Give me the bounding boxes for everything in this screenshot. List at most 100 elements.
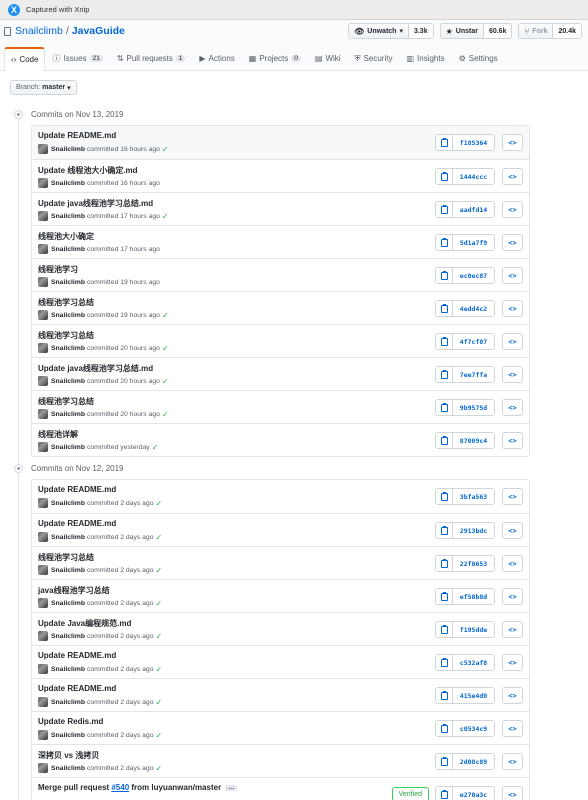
verified-badge[interactable]: Verified [391, 787, 429, 800]
tab-security[interactable]: ⛨ Security [348, 47, 400, 70]
browse-files-button[interactable]: <> [502, 201, 523, 218]
check-icon[interactable]: ✓ [156, 599, 163, 608]
commit-sha-link[interactable]: f185364 [453, 135, 494, 150]
copy-sha-button[interactable] [436, 400, 453, 415]
copy-sha-button[interactable] [436, 334, 453, 349]
check-icon[interactable]: ✓ [162, 344, 169, 353]
commit-title-link[interactable]: 线程池学习总结 [38, 552, 94, 563]
browse-files-button[interactable]: <> [502, 687, 523, 704]
commit-author-link[interactable]: Snailclimb [51, 600, 85, 607]
avatar[interactable] [38, 763, 48, 773]
browse-files-button[interactable]: <> [502, 267, 523, 284]
avatar[interactable] [38, 730, 48, 740]
browse-files-button[interactable]: <> [502, 366, 523, 383]
avatar[interactable] [38, 144, 48, 154]
copy-sha-button[interactable] [436, 489, 453, 504]
tab-actions[interactable]: ▶ Actions [192, 47, 241, 70]
tab-pull-requests[interactable]: ⇅ Pull requests 1 [110, 47, 193, 70]
avatar[interactable] [38, 244, 48, 254]
commit-sha-link[interactable]: 415e4d0 [453, 688, 494, 703]
commit-sha-link[interactable]: 2d08c89 [453, 754, 494, 769]
copy-sha-button[interactable] [436, 622, 453, 637]
browse-files-button[interactable]: <> [502, 720, 523, 737]
commit-title-link[interactable]: 线程池详解 [38, 429, 78, 440]
fork-button[interactable]: ⑂ Fork [519, 24, 553, 38]
commit-title-link[interactable]: 线程池学习 [38, 264, 78, 275]
tab-insights[interactable]: ▥ Insights [399, 47, 451, 70]
copy-sha-button[interactable] [436, 523, 453, 538]
commit-title-link[interactable]: Update java线程池学习总结.md [38, 363, 153, 374]
check-icon[interactable]: ✓ [162, 212, 169, 221]
forks-count-link[interactable]: 20.4k [552, 24, 581, 38]
check-icon[interactable]: ✓ [156, 731, 163, 740]
avatar[interactable] [38, 664, 48, 674]
commit-sha-link[interactable]: ec0ec87 [453, 268, 494, 283]
browse-files-button[interactable]: <> [502, 168, 523, 185]
commit-sha-link[interactable]: f195dde [453, 622, 494, 637]
copy-sha-button[interactable] [436, 202, 453, 217]
commit-author-link[interactable]: Snailclimb [51, 213, 85, 220]
commit-author-link[interactable]: Snailclimb [51, 146, 85, 153]
copy-sha-button[interactable] [436, 301, 453, 316]
check-icon[interactable]: ✓ [162, 377, 169, 386]
repo-name-link[interactable]: JavaGuide [72, 25, 125, 37]
commit-sha-link[interactable]: e270a3c [453, 787, 494, 800]
tab-code[interactable]: ‹› Code [4, 47, 46, 71]
commit-author-link[interactable]: Snailclimb [51, 633, 85, 640]
copy-sha-button[interactable] [436, 235, 453, 250]
browse-files-button[interactable]: <> [502, 234, 523, 251]
commit-author-link[interactable]: Snailclimb [51, 444, 85, 451]
commit-author-link[interactable]: Snailclimb [51, 312, 85, 319]
stargazers-count-link[interactable]: 60.6k [482, 24, 512, 38]
commit-sha-link[interactable]: 7ee7ffa [453, 367, 494, 382]
avatar[interactable] [38, 565, 48, 575]
avatar[interactable] [38, 498, 48, 508]
copy-sha-button[interactable] [436, 787, 453, 800]
avatar[interactable] [38, 310, 48, 320]
avatar[interactable] [38, 211, 48, 221]
browse-files-button[interactable]: <> [502, 488, 523, 505]
commit-author-link[interactable]: Snailclimb [51, 732, 85, 739]
copy-sha-button[interactable] [436, 135, 453, 150]
copy-sha-button[interactable] [436, 169, 453, 184]
browse-files-button[interactable]: <> [502, 786, 523, 800]
check-icon[interactable]: ✓ [152, 443, 159, 452]
commit-sha-link[interactable]: 1444ccc [453, 169, 494, 184]
browse-files-button[interactable]: <> [502, 134, 523, 151]
avatar[interactable] [38, 697, 48, 707]
unstar-button[interactable]: ★ Unstar [440, 24, 483, 38]
commit-title-link[interactable]: Update README.md [38, 519, 116, 528]
copy-sha-button[interactable] [436, 367, 453, 382]
commit-sha-link[interactable]: 9b9575d [453, 400, 494, 415]
avatar[interactable] [38, 178, 48, 188]
repo-owner-link[interactable]: Snailclimb [15, 25, 63, 37]
commit-title-link[interactable]: Merge pull request #540 from luyuanwan/m… [38, 783, 238, 792]
avatar[interactable] [38, 598, 48, 608]
check-icon[interactable]: ✓ [162, 145, 169, 154]
avatar[interactable] [38, 376, 48, 386]
browse-files-button[interactable]: <> [502, 555, 523, 572]
commit-title-link[interactable]: Update README.md [38, 651, 116, 660]
commit-title-link[interactable]: java线程池学习总结 [38, 585, 110, 596]
commit-title-link[interactable]: 线程池学习总结 [38, 297, 94, 308]
copy-sha-button[interactable] [436, 268, 453, 283]
commit-author-link[interactable]: Snailclimb [51, 279, 85, 286]
commit-sha-link[interactable]: 4edd4c2 [453, 301, 494, 316]
copy-sha-button[interactable] [436, 754, 453, 769]
check-icon[interactable]: ✓ [156, 566, 163, 575]
commit-sha-link[interactable]: 5d1a7f9 [453, 235, 494, 250]
avatar[interactable] [38, 532, 48, 542]
commit-title-link[interactable]: 深拷贝 vs 浅拷贝 [38, 750, 99, 761]
commit-title-link[interactable]: Update Redis.md [38, 717, 103, 726]
commit-title-link[interactable]: 线程池大小确定 [38, 231, 94, 242]
avatar[interactable] [38, 343, 48, 353]
commit-sha-link[interactable]: 3bfa563 [453, 489, 494, 504]
commit-author-link[interactable]: Snailclimb [51, 345, 85, 352]
check-icon[interactable]: ✓ [156, 499, 163, 508]
check-icon[interactable]: ✓ [156, 764, 163, 773]
avatar[interactable] [38, 442, 48, 452]
commit-author-link[interactable]: Snailclimb [51, 180, 85, 187]
commit-author-link[interactable]: Snailclimb [51, 699, 85, 706]
commit-sha-link[interactable]: ef58b8d [453, 589, 494, 604]
commit-sha-link[interactable]: c532af8 [453, 655, 494, 670]
